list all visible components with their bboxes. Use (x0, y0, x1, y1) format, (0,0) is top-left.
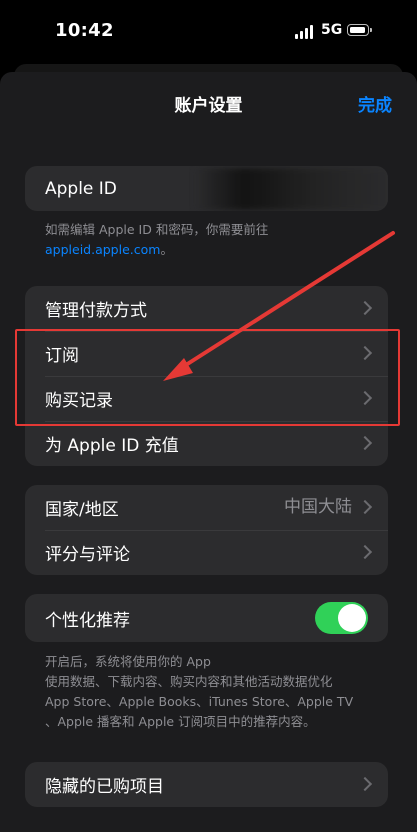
apple-id-group: Apple ID (25, 166, 388, 211)
footnote-line: App Store、Apple Books、iTunes Store、Apple… (45, 694, 354, 709)
chevron-right-icon (357, 499, 373, 514)
apple-id-label: Apple ID (45, 178, 117, 199)
apple-id-note-text: 如需编辑 Apple ID 和密码，你需要前往 (45, 222, 269, 237)
apple-id-row[interactable]: Apple ID (25, 166, 388, 211)
cellular-signal-icon (295, 25, 317, 39)
appleid-link-suffix: 。 (160, 242, 173, 257)
footnote-line: 开启后，系统将使用你的 App (45, 654, 211, 669)
region-group: 国家/地区 中国大陆 评分与评论 (25, 485, 388, 575)
add-funds-row[interactable]: 为 Apple ID 充值 (25, 421, 388, 466)
country-region-row[interactable]: 国家/地区 中国大陆 (25, 485, 388, 530)
personalized-group: 个性化推荐 (25, 594, 388, 642)
redacted-apple-id (195, 168, 388, 210)
hidden-purchases-group: 隐藏的已购项目 (25, 762, 388, 807)
manage-payment-label: 管理付款方式 (45, 301, 147, 321)
chevron-right-icon (357, 776, 373, 791)
ratings-reviews-row[interactable]: 评分与评论 (25, 530, 388, 575)
personalized-label: 个性化推荐 (45, 610, 130, 631)
battery-icon (347, 24, 372, 36)
apple-id-note: 如需编辑 Apple ID 和密码，你需要前往 appleid.apple.co… (45, 220, 365, 260)
page-title: 账户设置 (174, 96, 243, 116)
footnote-line: 、Apple 播客和 Apple 订阅项目中的推荐内容。 (45, 714, 316, 729)
hidden-purchases-label: 隐藏的已购项目 (45, 777, 164, 797)
ratings-reviews-label: 评分与评论 (45, 545, 130, 565)
country-region-label: 国家/地区 (45, 500, 119, 520)
chevron-right-icon (357, 544, 373, 559)
status-time: 10:42 (55, 20, 114, 41)
chevron-right-icon (357, 300, 373, 315)
annotation-highlight-box (15, 329, 400, 426)
personalized-footnote: 开启后，系统将使用你的 App 使用数据、下载内容、购买内容和其他活动数据优化 … (45, 652, 365, 732)
hidden-purchases-row[interactable]: 隐藏的已购项目 (25, 762, 388, 807)
status-bar: 10:42 5G (0, 0, 417, 62)
country-region-value: 中国大陆 (284, 497, 352, 517)
network-type: 5G (321, 22, 343, 38)
appleid-link[interactable]: appleid.apple.com (45, 242, 160, 257)
add-funds-label: 为 Apple ID 充值 (45, 436, 179, 456)
personalized-row: 个性化推荐 (25, 594, 388, 642)
footnote-line: 使用数据、下载内容、购买内容和其他活动数据优化 (45, 674, 333, 689)
personalized-toggle[interactable] (315, 602, 368, 634)
done-button[interactable]: 完成 (358, 91, 392, 116)
chevron-right-icon (357, 435, 373, 450)
manage-payment-row[interactable]: 管理付款方式 (25, 286, 388, 331)
